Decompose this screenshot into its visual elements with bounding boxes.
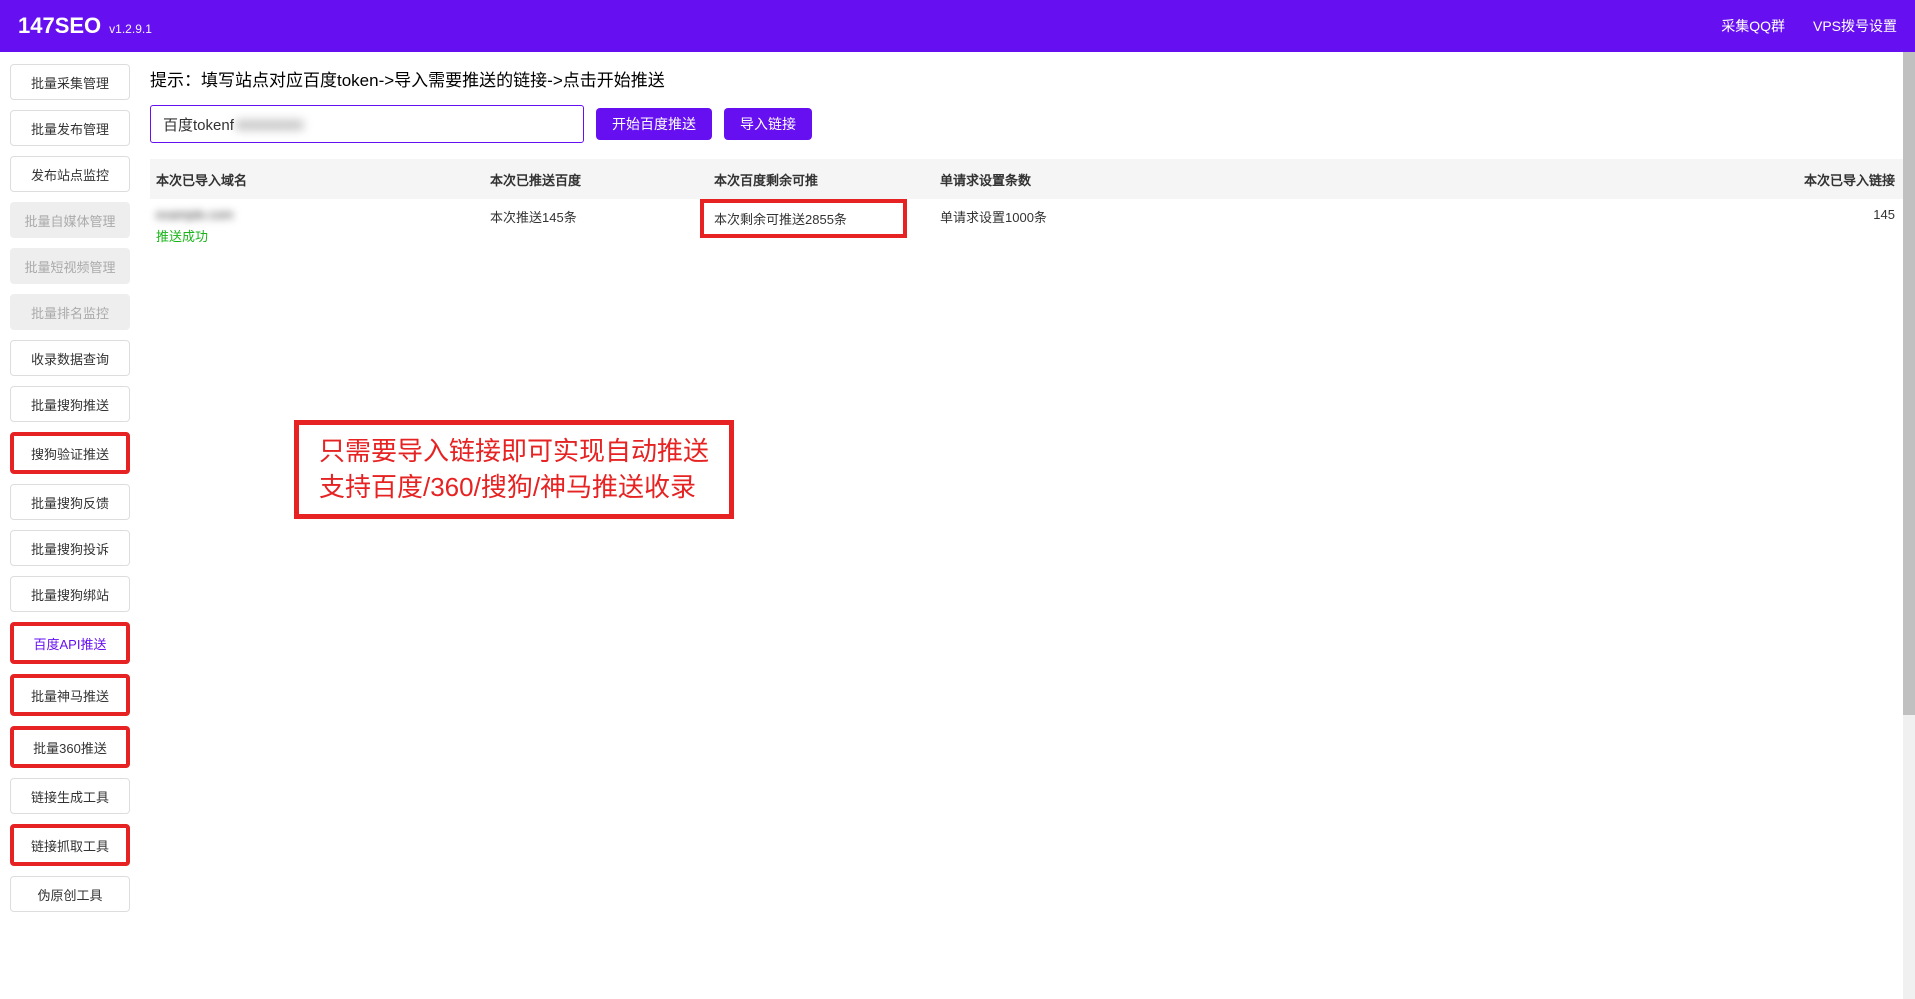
domain-label: example.com bbox=[156, 207, 490, 222]
table-row: example.com 推送成功 本次推送145条 本次剩余可推送2855条 单… bbox=[150, 199, 1915, 245]
sidebar-item-label: 链接抓取工具 bbox=[31, 836, 109, 855]
sidebar-item-label: 发布站点监控 bbox=[31, 165, 109, 184]
sidebar-item-12[interactable]: 百度API推送 bbox=[10, 622, 130, 664]
sidebar-item-label: 批量搜狗投诉 bbox=[31, 539, 109, 558]
sidebar-item-label: 收录数据查询 bbox=[31, 349, 109, 368]
layout: 批量采集管理批量发布管理发布站点监控批量自媒体管理批量短视频管理批量排名监控收录… bbox=[0, 52, 1915, 999]
annotation-line-2: 支持百度/360/搜狗/神马推送收录 bbox=[319, 469, 709, 505]
sidebar-item-label: 批量采集管理 bbox=[31, 73, 109, 92]
sidebar-item-17[interactable]: 伪原创工具 bbox=[10, 876, 130, 912]
cell-imported: 145 bbox=[1400, 207, 1915, 222]
sidebar: 批量采集管理批量发布管理发布站点监控批量自媒体管理批量短视频管理批量排名监控收录… bbox=[0, 52, 140, 999]
sidebar-item-label: 百度API推送 bbox=[34, 634, 107, 653]
col-header-domain: 本次已导入域名 bbox=[150, 170, 490, 189]
col-header-remain: 本次百度剩余可推 bbox=[714, 170, 940, 189]
sidebar-item-label: 批量360推送 bbox=[33, 738, 107, 757]
sidebar-item-9[interactable]: 批量搜狗反馈 bbox=[10, 484, 130, 520]
sidebar-item-label: 批量搜狗反馈 bbox=[31, 493, 109, 512]
sidebar-item-label: 批量神马推送 bbox=[31, 686, 109, 705]
sidebar-item-label: 批量搜狗绑站 bbox=[31, 585, 109, 604]
sidebar-item-1[interactable]: 批量发布管理 bbox=[10, 110, 130, 146]
sidebar-item-16[interactable]: 链接抓取工具 bbox=[10, 824, 130, 866]
scrollbar-thumb[interactable] bbox=[1903, 52, 1915, 715]
controls-row: 百度tokenf xxxxxxxxx 开始百度推送 导入链接 bbox=[150, 105, 1915, 143]
sidebar-item-8[interactable]: 搜狗验证推送 bbox=[10, 432, 130, 474]
sidebar-item-label: 批量排名监控 bbox=[31, 303, 109, 322]
app-header: 147SEO v1.2.9.1 采集QQ群 VPS拨号设置 bbox=[0, 0, 1915, 52]
app-version: v1.2.9.1 bbox=[109, 22, 152, 36]
sidebar-item-label: 搜狗验证推送 bbox=[31, 444, 109, 463]
qq-group-link[interactable]: 采集QQ群 bbox=[1721, 16, 1785, 36]
table-header-row: 本次已导入域名 本次已推送百度 本次百度剩余可推 单请求设置条数 本次已导入链接 bbox=[150, 159, 1915, 199]
main-content: 提示：填写站点对应百度token->导入需要推送的链接->点击开始推送 百度to… bbox=[140, 52, 1915, 999]
sidebar-item-7[interactable]: 批量搜狗推送 bbox=[10, 386, 130, 422]
sidebar-item-15[interactable]: 链接生成工具 bbox=[10, 778, 130, 814]
sidebar-item-10[interactable]: 批量搜狗投诉 bbox=[10, 530, 130, 566]
sidebar-item-label: 批量短视频管理 bbox=[24, 257, 115, 276]
sidebar-item-13[interactable]: 批量神马推送 bbox=[10, 674, 130, 716]
sidebar-item-14[interactable]: 批量360推送 bbox=[10, 726, 130, 768]
app-title: 147SEO bbox=[18, 13, 101, 39]
col-header-imported: 本次已导入链接 bbox=[1400, 170, 1915, 189]
success-label: 推送成功 bbox=[156, 226, 490, 245]
sidebar-item-label: 伪原创工具 bbox=[37, 885, 102, 904]
col-header-pushed: 本次已推送百度 bbox=[490, 170, 714, 189]
start-push-button[interactable]: 开始百度推送 bbox=[596, 108, 712, 140]
result-table: 本次已导入域名 本次已推送百度 本次百度剩余可推 单请求设置条数 本次已导入链接… bbox=[150, 159, 1915, 245]
token-prefix-label: 百度tokenf bbox=[163, 114, 234, 135]
sidebar-item-label: 批量搜狗推送 bbox=[31, 395, 109, 414]
remain-highlight: 本次剩余可推送2855条 bbox=[700, 199, 907, 238]
sidebar-item-label: 链接生成工具 bbox=[31, 787, 109, 806]
cell-single: 单请求设置1000条 bbox=[940, 207, 1400, 226]
vps-settings-link[interactable]: VPS拨号设置 bbox=[1813, 16, 1897, 36]
cell-domain: example.com 推送成功 bbox=[150, 207, 490, 245]
token-blurred: xxxxxxxxx bbox=[236, 116, 304, 133]
sidebar-item-label: 批量自媒体管理 bbox=[24, 211, 115, 230]
cell-remain: 本次剩余可推送2855条 bbox=[714, 207, 940, 238]
sidebar-item-3: 批量自媒体管理 bbox=[10, 202, 130, 238]
sidebar-item-0[interactable]: 批量采集管理 bbox=[10, 64, 130, 100]
import-links-button[interactable]: 导入链接 bbox=[724, 108, 812, 140]
annotation-line-1: 只需要导入链接即可实现自动推送 bbox=[319, 433, 709, 469]
annotation-overlay: 只需要导入链接即可实现自动推送 支持百度/360/搜狗/神马推送收录 bbox=[294, 420, 734, 519]
header-left: 147SEO v1.2.9.1 bbox=[18, 13, 152, 39]
header-right: 采集QQ群 VPS拨号设置 bbox=[1721, 16, 1897, 36]
sidebar-item-2[interactable]: 发布站点监控 bbox=[10, 156, 130, 192]
sidebar-item-6[interactable]: 收录数据查询 bbox=[10, 340, 130, 376]
sidebar-item-label: 批量发布管理 bbox=[31, 119, 109, 138]
sidebar-item-4: 批量短视频管理 bbox=[10, 248, 130, 284]
baidu-token-input[interactable]: 百度tokenf xxxxxxxxx bbox=[150, 105, 584, 143]
scrollbar[interactable] bbox=[1903, 52, 1915, 999]
sidebar-item-11[interactable]: 批量搜狗绑站 bbox=[10, 576, 130, 612]
col-header-single: 单请求设置条数 bbox=[940, 170, 1400, 189]
sidebar-item-5: 批量排名监控 bbox=[10, 294, 130, 330]
hint-text: 提示：填写站点对应百度token->导入需要推送的链接->点击开始推送 bbox=[150, 66, 1915, 91]
cell-pushed: 本次推送145条 bbox=[490, 207, 714, 226]
